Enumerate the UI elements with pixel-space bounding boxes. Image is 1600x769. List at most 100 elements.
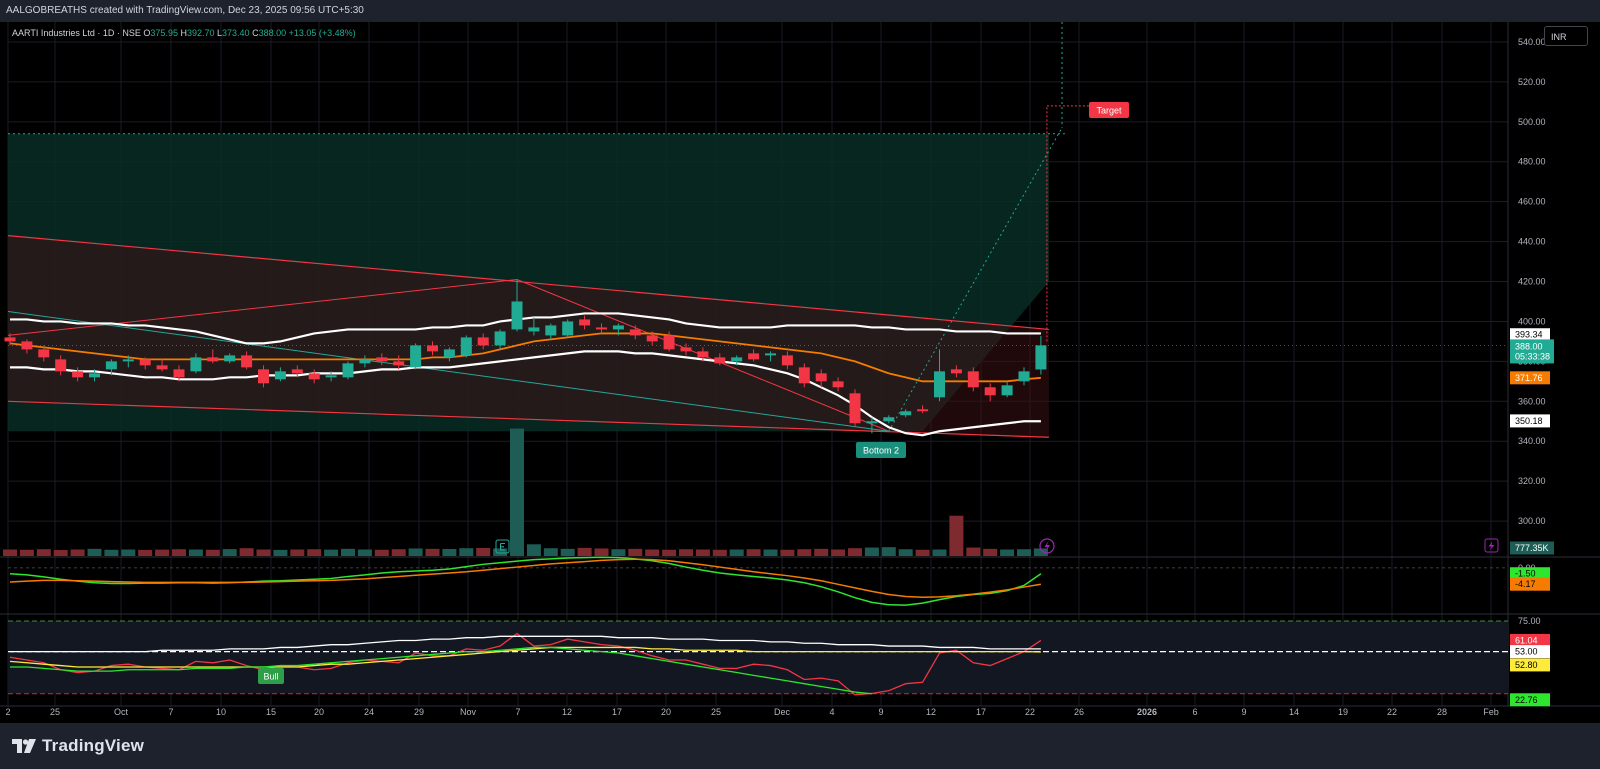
volume-bar (712, 549, 727, 556)
candle-body (359, 359, 371, 364)
volume-bar (36, 549, 51, 556)
volume-badge-text: 777.35K (1515, 543, 1549, 553)
candle-body (815, 373, 827, 382)
ema-badge-text: 371.76 (1515, 373, 1543, 383)
volume-bar (746, 549, 761, 556)
volume-bar (374, 549, 389, 556)
volume-bar (341, 548, 355, 556)
macd-line (9, 556, 1042, 606)
tradingview-logo[interactable]: TradingView (12, 735, 144, 757)
candle-body (731, 357, 743, 362)
time-tick-label: 29 (414, 707, 424, 717)
price-tick-label: 300.00 (1518, 516, 1546, 526)
chart-frame[interactable]: Target Bottom 2 Bull 300.00 320.00 340.00 360.… (0, 22, 1600, 723)
candle-body (224, 355, 236, 362)
volume-bar (966, 547, 981, 556)
volume-bar (594, 548, 609, 556)
volume-bar (459, 548, 474, 556)
time-tick-label: 6 (1192, 707, 1197, 717)
candle-body (781, 355, 793, 366)
macd-pane (8, 556, 1508, 606)
candle-body (207, 357, 219, 362)
volume-bar (391, 549, 406, 556)
price-tick-label: 360.00 (1518, 396, 1546, 406)
symbol-legend: AARTI Industries Ltd · 1D · NSE O375.95 … (12, 28, 356, 38)
volume-bar (307, 549, 322, 556)
volume-bar (256, 549, 271, 556)
volume-badge: 777.35K (1510, 541, 1554, 555)
time-tick-label: 28 (1437, 707, 1447, 717)
time-tick-label: 17 (976, 707, 986, 717)
candle-body (917, 409, 929, 412)
bull-label[interactable]: Bull (258, 668, 284, 684)
price-tick-label: 340.00 (1518, 436, 1546, 446)
signal-badge-text: -4.17 (1515, 579, 1536, 589)
rsi-badge: 61.04 (1510, 633, 1550, 647)
candle-body (579, 319, 591, 326)
volume-bar (560, 548, 575, 556)
time-tick-label: 12 (562, 707, 572, 717)
candle-body (494, 331, 506, 346)
change-value: +13.05 (+3.48%) (288, 28, 356, 38)
volume-bar (915, 549, 930, 556)
attribution-text: AALGOBREATHS created with TradingView.co… (6, 5, 364, 16)
volume-bar (932, 549, 947, 556)
rsi-low-badge: 22.76 (1510, 693, 1550, 707)
time-tick-label: 17 (612, 707, 622, 717)
price-tick-label: 420.00 (1518, 277, 1546, 287)
price-tick-label: 520.00 (1518, 77, 1546, 87)
time-tick-label: 2 (5, 707, 10, 717)
candle (342, 361, 354, 380)
volume-bar (188, 549, 203, 556)
candle-body (72, 371, 84, 378)
candle-body (612, 325, 624, 330)
target-label[interactable]: Target (1089, 102, 1129, 118)
volume-bar (1000, 549, 1015, 556)
candle-body (274, 371, 286, 380)
candle-body (89, 373, 100, 378)
chart-svg[interactable]: Target Bottom 2 Bull 300.00 320.00 340.00 360.… (0, 22, 1600, 723)
price-tick-label: 500.00 (1518, 117, 1546, 127)
volume-bar (70, 549, 85, 556)
time-tick-label: 26 (1074, 707, 1084, 717)
candle-body (38, 349, 50, 358)
volume-bar (577, 547, 592, 556)
candle-body (139, 359, 151, 366)
rsi-badge-text: 61.04 (1515, 635, 1538, 645)
candle-body (900, 411, 912, 416)
candle-body (443, 349, 455, 358)
attribution-bar: AALGOBREATHS created with TradingView.co… (0, 0, 1600, 22)
candle-body (528, 327, 540, 332)
volume-bar (3, 549, 17, 556)
volume-bar (543, 548, 558, 556)
drawings (7, 22, 1508, 438)
time-tick-label: 20 (661, 707, 671, 717)
volume-bar (780, 549, 795, 556)
candle-body (376, 357, 388, 362)
candle-body (697, 351, 709, 358)
volume-bar (814, 548, 829, 556)
lower-band-badge-text: 350.18 (1515, 416, 1543, 426)
time-tick-label: Oct (114, 707, 129, 717)
time-tick-label: 9 (878, 707, 883, 717)
price-tick-label: 540.00 (1518, 37, 1546, 47)
rsi-low-badge-text: 22.76 (1515, 695, 1538, 705)
candle-body (342, 363, 354, 378)
volume-bar (172, 549, 186, 556)
time-tick-label: 9 (1241, 707, 1246, 717)
candle-body (427, 345, 438, 352)
candle-body (967, 371, 979, 388)
time-axis: 2 25 Oct 7 10 15 20 24 29 Nov 7 12 17 20 25 Dec 4 9 12 17 22… (5, 707, 1498, 717)
candle-body (122, 359, 134, 362)
time-tick-label: 15 (266, 707, 276, 717)
bull-label-text: Bull (263, 672, 278, 682)
candle-body (511, 301, 523, 330)
candle-body (241, 355, 253, 368)
candle-body (765, 353, 776, 356)
currency-button[interactable]: INR (1544, 26, 1588, 46)
candle-body (849, 393, 861, 424)
tradingview-logo-icon (12, 739, 36, 753)
rsi-ma-badge-text: 52.80 (1515, 660, 1538, 670)
time-tick-label: Feb (1483, 707, 1499, 717)
bottom-label[interactable]: Bottom 2 (856, 442, 906, 458)
